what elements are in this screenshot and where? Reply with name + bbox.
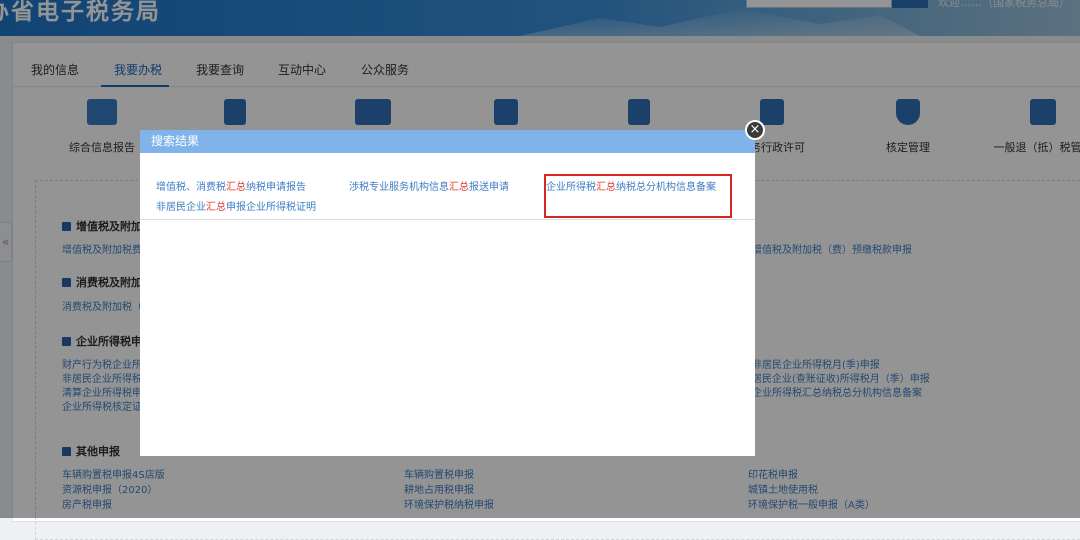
annotation-highlight-box	[544, 174, 732, 218]
search-result-2[interactable]: 涉税专业服务机构信息汇总报送申请	[349, 178, 509, 193]
modal-title: 搜索结果	[140, 130, 755, 153]
close-icon[interactable]: ×	[745, 120, 765, 140]
search-result-4[interactable]: 非居民企业汇总申报企业所得税证明	[156, 198, 316, 213]
search-result-1[interactable]: 增值税、消费税汇总纳税申请报告	[156, 178, 306, 193]
